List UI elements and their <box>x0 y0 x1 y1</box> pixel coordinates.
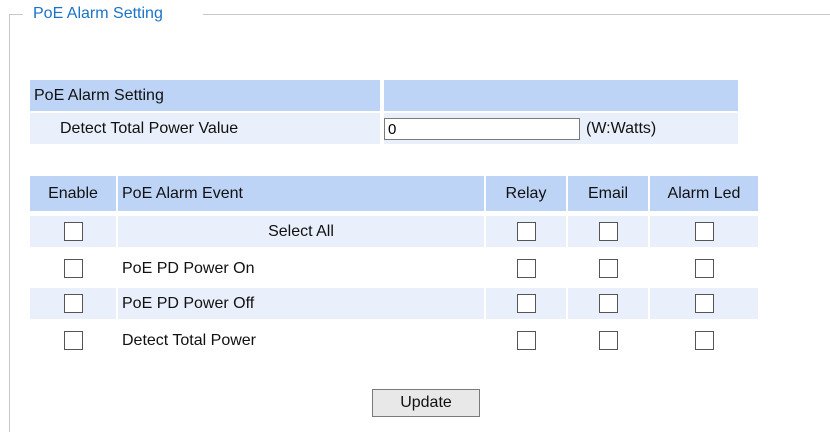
detect-total-power-enable-checkbox[interactable] <box>63 331 83 350</box>
pd-power-on-row: PoE PD Power On <box>30 253 758 284</box>
email-cell <box>568 325 648 356</box>
frame-border-left <box>9 14 10 432</box>
select-all-email-checkbox[interactable] <box>598 222 618 241</box>
enable-cell <box>30 288 116 319</box>
relay-header: Relay <box>486 176 566 211</box>
update-button[interactable]: Update <box>372 389 480 417</box>
detect-total-power-alarm-led-checkbox[interactable] <box>694 331 714 350</box>
enable-header: Enable <box>30 176 116 211</box>
email-cell <box>568 253 648 284</box>
pd-power-off-relay-checkbox[interactable] <box>516 294 536 313</box>
enable-cell <box>30 325 116 356</box>
pd-power-on-relay-checkbox[interactable] <box>516 259 536 278</box>
setting-header-cell: PoE Alarm Setting <box>30 80 380 111</box>
pd-power-on-alarm-led-checkbox[interactable] <box>694 259 714 278</box>
email-header: Email <box>568 176 648 211</box>
email-cell <box>568 288 648 319</box>
pd-power-off-enable-checkbox[interactable] <box>63 294 83 313</box>
select-all-enable-checkbox[interactable] <box>63 222 83 241</box>
relay-cell <box>486 288 566 319</box>
pd-power-on-enable-checkbox[interactable] <box>63 259 83 278</box>
frame-border-top-right <box>203 14 830 15</box>
unit-label: (W:Watts) <box>586 119 657 137</box>
detect-total-power-email-checkbox[interactable] <box>598 331 618 350</box>
event-name: PoE PD Power On <box>122 259 255 277</box>
pd-power-off-email-checkbox[interactable] <box>598 294 618 313</box>
email-cell <box>568 216 648 247</box>
alarm-led-cell <box>650 325 758 356</box>
relay-cell <box>486 216 566 247</box>
alarm-led-cell <box>650 288 758 319</box>
alarm-led-cell <box>650 253 758 284</box>
frame-border-top-left <box>9 14 23 15</box>
select-all-row: Select All <box>30 216 758 247</box>
setting-header-empty-cell <box>384 80 738 111</box>
detect-total-power-event-row: Detect Total Power <box>30 325 758 356</box>
alarm-led-cell <box>650 216 758 247</box>
section-legend: PoE Alarm Setting <box>30 2 166 26</box>
enable-cell <box>30 216 116 247</box>
detect-total-power-input[interactable] <box>384 118 580 140</box>
enable-cell <box>30 253 116 284</box>
event-name: PoE PD Power Off <box>118 288 484 319</box>
detect-total-power-row: Detect Total Power Value (W:Watts) <box>30 113 738 144</box>
event-header: PoE Alarm Event <box>118 176 484 211</box>
setting-table-header: PoE Alarm Setting <box>30 80 738 111</box>
relay-cell <box>486 325 566 356</box>
pd-power-on-email-checkbox[interactable] <box>598 259 618 278</box>
alarm-led-header: Alarm Led <box>650 176 758 211</box>
detect-total-power-relay-checkbox[interactable] <box>516 331 536 350</box>
relay-cell <box>486 253 566 284</box>
select-all-alarm-led-checkbox[interactable] <box>694 222 714 241</box>
event-name: Select All <box>118 216 484 247</box>
event-table-header: Enable PoE Alarm Event Relay Email Alarm… <box>30 176 758 211</box>
pd-power-off-alarm-led-checkbox[interactable] <box>694 294 714 313</box>
pd-power-off-row: PoE PD Power Off <box>30 288 758 319</box>
detect-total-power-label: Detect Total Power Value <box>30 113 380 144</box>
select-all-relay-checkbox[interactable] <box>516 222 536 241</box>
event-name: Detect Total Power <box>122 331 256 349</box>
